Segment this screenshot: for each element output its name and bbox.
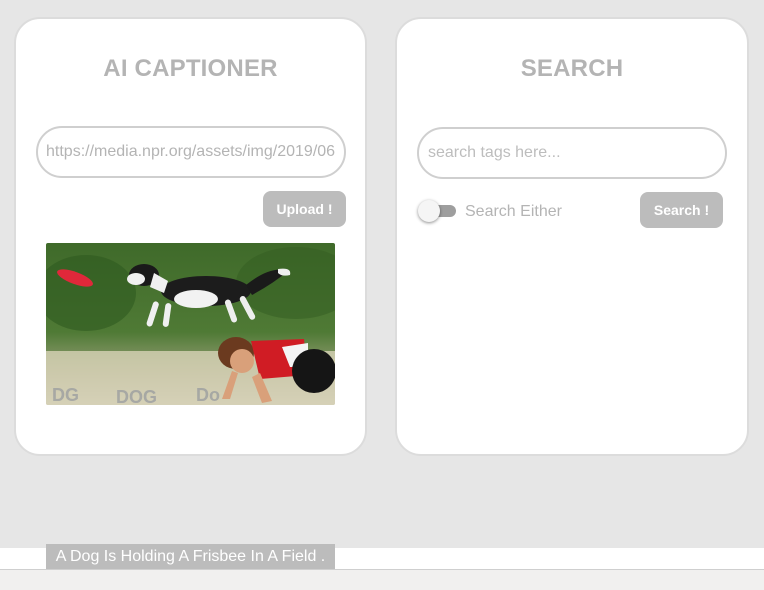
search-either-label: Search Either bbox=[465, 203, 562, 220]
image-url-input[interactable] bbox=[36, 126, 346, 178]
search-tags-input[interactable] bbox=[417, 127, 727, 179]
generated-caption: A Dog Is Holding A Frisbee In A Field . bbox=[46, 544, 335, 569]
svg-text:DOG: DOG bbox=[116, 387, 157, 405]
uploaded-image: DG DOG Do bbox=[46, 243, 335, 405]
captioner-title: AI CAPTIONER bbox=[103, 55, 278, 82]
search-button[interactable]: Search ! bbox=[640, 192, 723, 228]
upload-button[interactable]: Upload ! bbox=[263, 191, 346, 227]
toggle-knob bbox=[418, 200, 440, 222]
search-title: SEARCH bbox=[520, 55, 624, 82]
window-bottom-bar bbox=[0, 569, 764, 590]
svg-text:DG: DG bbox=[52, 385, 79, 405]
svg-text:Do: Do bbox=[196, 385, 220, 405]
search-either-toggle[interactable] bbox=[418, 199, 458, 223]
search-card: SEARCH Search Either Search ! bbox=[395, 17, 749, 456]
captioner-card: AI CAPTIONER Upload ! DG DOG Do bbox=[14, 17, 367, 456]
